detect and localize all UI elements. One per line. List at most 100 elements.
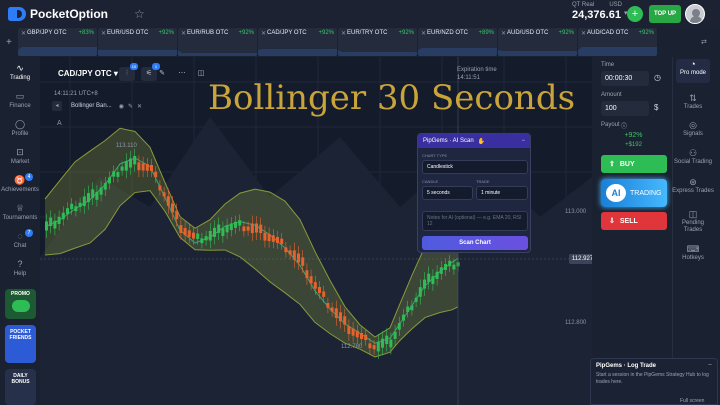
amount-input[interactable]: 100 — [601, 101, 649, 116]
rail-item-social-trading[interactable]: ⚇ Social Trading — [672, 148, 714, 166]
sidebar-item-chat[interactable]: ◌ Chat 7 — [0, 229, 40, 249]
cart-icon: ⊡ — [16, 147, 24, 157]
ticker-item[interactable]: ✕ GBP/JPY OTC +83% — [18, 28, 97, 56]
sell-button[interactable]: ⇩ SELL — [601, 212, 667, 230]
ticker-item[interactable]: ✕ CAD/JPY OTC +92% — [258, 28, 337, 56]
candle — [250, 223, 254, 234]
close-icon[interactable]: ✕ — [137, 103, 142, 110]
ticker-name: GBP/JPY OTC — [27, 30, 67, 36]
close-icon[interactable]: ✕ — [501, 30, 506, 37]
indicator-legend[interactable]: ◂ Bollinger Ban... ◉ ✎ ✕ — [52, 100, 162, 112]
ticker-item[interactable]: ✕ AUD/CAD OTC +92% — [578, 28, 657, 56]
sidebar-item-trading[interactable]: ∿ Trading — [0, 63, 40, 81]
close-icon[interactable]: ✕ — [581, 30, 586, 37]
account-label: QT Real — [572, 2, 595, 8]
candle — [259, 224, 263, 234]
candle — [53, 220, 57, 229]
more-tool[interactable]: ⋯ — [174, 67, 190, 81]
ticker-payout: +92% — [558, 30, 574, 36]
candle — [87, 193, 90, 203]
buy-button[interactable]: ⇧ BUY — [601, 155, 667, 173]
rail-item-express-trades[interactable]: ⊛ Express Trades — [672, 177, 714, 195]
rail-item-hotkeys[interactable]: ⌨ Hotkeys — [672, 244, 714, 262]
plus-icon[interactable]: + — [627, 6, 643, 22]
minimize-icon[interactable]: − — [521, 138, 525, 144]
eye-icon[interactable]: ◉ — [119, 103, 124, 110]
sparkline-area — [498, 50, 577, 56]
edit-icon[interactable]: ✎ — [128, 103, 133, 110]
candle — [99, 187, 103, 195]
candle — [208, 230, 212, 241]
layout-tool[interactable]: ◫ — [193, 67, 209, 81]
fullscreen-button[interactable]: Full screen — [680, 398, 704, 404]
sidebar-badge: 4 — [25, 173, 33, 181]
close-icon[interactable]: ✕ — [181, 30, 186, 37]
app-root: PocketOption ☆ QT Real USD 24,376.61 ▾ +… — [0, 0, 720, 405]
candle — [145, 164, 149, 171]
pro-mode-button[interactable]: ◔ Pro mode — [676, 59, 710, 83]
sidebar-item-profile[interactable]: ◯ Profile — [0, 119, 40, 137]
ticker-item[interactable]: ✕ EUR/USD OTC +92% — [98, 28, 177, 56]
ai-trading-button[interactable]: AI TRADING — [601, 179, 667, 207]
sidebar-item-finance[interactable]: ▭ Finance — [0, 91, 40, 109]
text-tool-label: A — [57, 120, 62, 127]
candle — [347, 326, 351, 335]
candle — [368, 343, 372, 349]
candle — [330, 307, 334, 312]
chart-type-tool[interactable]: ⫶ 10 — [119, 63, 138, 81]
close-icon[interactable]: ✕ — [421, 30, 426, 37]
clock-icon[interactable]: ◷ — [654, 73, 661, 82]
sell-label: SELL — [619, 217, 638, 225]
daily-bonus-card[interactable]: DAILY BONUS — [5, 369, 36, 405]
close-icon[interactable]: ✕ — [21, 30, 26, 37]
candle-select[interactable]: 5 seconds — [422, 186, 473, 200]
candle — [70, 203, 74, 210]
pocket-friends-card[interactable]: POCKET FRIENDS — [5, 325, 36, 363]
candle — [162, 192, 166, 197]
collapse-icon[interactable]: ◂ — [52, 101, 62, 111]
scan-chart-button[interactable]: Scan Chart — [422, 236, 528, 250]
ticker-scroll-icon[interactable]: ⇄ — [701, 38, 707, 46]
ticker-item[interactable]: ✕ EUR/NZD OTC +89% — [418, 28, 497, 56]
sidebar-item-label: Finance — [9, 103, 31, 109]
close-icon[interactable]: ✕ — [261, 30, 266, 37]
close-icon[interactable]: ✕ — [341, 30, 346, 37]
close-icon[interactable]: ✕ — [101, 30, 106, 37]
balance-block[interactable]: QT Real USD 24,376.61 — [572, 2, 622, 21]
candle — [57, 216, 61, 224]
logo[interactable]: PocketOption — [8, 6, 108, 21]
sidebar-item-help[interactable]: ? Help — [0, 259, 40, 277]
time-input[interactable]: 00:00:30 — [601, 71, 649, 86]
ticker-item[interactable]: ✕ EUR/TRY OTC +92% — [338, 28, 417, 56]
ticker-item[interactable]: ✕ EUR/RUB OTC +92% — [178, 28, 257, 56]
top-up-button[interactable]: TOP UP — [649, 5, 681, 23]
notes-input[interactable]: Notes for AI (optional) — e.g. EMA 20, R… — [422, 211, 528, 231]
sidebar-item-tournaments[interactable]: ♕ Tournaments — [0, 203, 40, 221]
promo-card[interactable]: PROMO — [5, 289, 36, 319]
candle — [280, 238, 284, 245]
rail-item-pending-trades[interactable]: ◫ Pending Trades — [672, 209, 714, 234]
avatar[interactable] — [685, 4, 705, 24]
chart-type-select[interactable]: Candlestick — [422, 160, 528, 174]
candle — [141, 163, 145, 171]
add-asset-icon[interactable]: + — [6, 37, 18, 48]
rail-item-trades[interactable]: ⇅ Trades — [672, 93, 714, 111]
candle — [200, 238, 204, 244]
minimize-icon[interactable]: − — [708, 362, 712, 369]
balance-value: 24,376.61 — [572, 9, 621, 21]
star-icon[interactable]: ☆ — [134, 7, 145, 21]
trade-select[interactable]: 1 minute — [476, 186, 528, 200]
scan-header[interactable]: PipGems · AI Scan ✋ − — [418, 134, 530, 148]
ticker-payout: +83% — [78, 30, 94, 36]
dollar-icon[interactable]: $ — [654, 103, 658, 112]
drawing-tool[interactable]: ✎ — [154, 67, 170, 81]
rail-item-signals[interactable]: ◎ Signals — [672, 120, 714, 138]
sidebar-item-market[interactable]: ⊡ Market — [0, 147, 40, 165]
sidebar-item-label: Chat — [13, 243, 27, 249]
info-icon[interactable]: ⓘ — [621, 121, 627, 130]
sidebar-item-achievements[interactable]: ♉ Achievements 4 — [0, 173, 40, 193]
asset-selector[interactable]: CAD/JPY OTC ▾ — [58, 69, 118, 78]
trade-label: TRADE — [476, 179, 490, 184]
candle — [418, 287, 422, 297]
ticker-item[interactable]: ✕ AUD/USD OTC +92% — [498, 28, 577, 56]
